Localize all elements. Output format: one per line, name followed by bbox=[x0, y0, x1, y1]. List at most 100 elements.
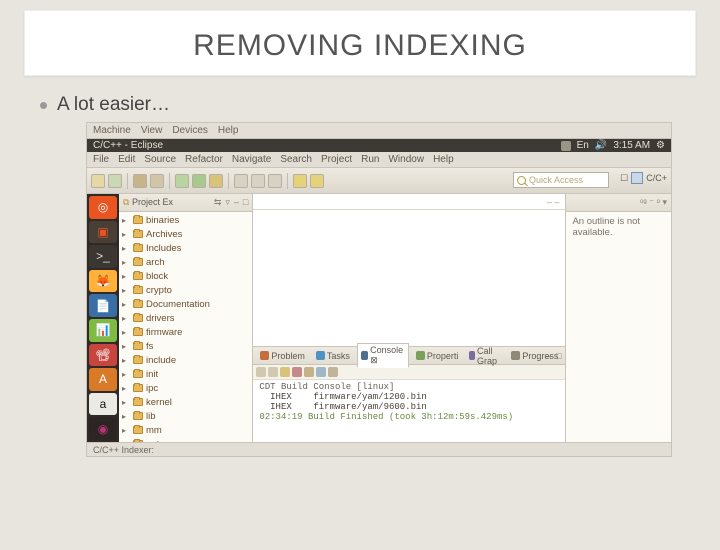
tb-search-icon[interactable] bbox=[251, 174, 265, 188]
tb-run-icon[interactable] bbox=[192, 174, 206, 188]
console-open-icon[interactable] bbox=[316, 367, 326, 377]
launcher-icon-9[interactable]: ◉ bbox=[89, 417, 117, 440]
tree-item[interactable]: ▸kernel bbox=[119, 395, 252, 409]
launcher-icon-6[interactable]: 📽 bbox=[89, 344, 117, 367]
link-editor-icon[interactable]: ⇆ bbox=[214, 197, 222, 208]
vm-menu-machine[interactable]: Machine bbox=[93, 125, 131, 136]
tb-open-type-icon[interactable] bbox=[234, 174, 248, 188]
tree-item[interactable]: ▸block bbox=[119, 269, 252, 283]
lang-indicator[interactable]: En bbox=[577, 140, 589, 151]
twisty-icon[interactable]: ▸ bbox=[122, 356, 130, 365]
launcher-icon-4[interactable]: 📄 bbox=[89, 294, 117, 317]
console-body[interactable]: CDT Build Console [linux] IHEX firmware/… bbox=[253, 380, 565, 442]
view-menu-icon[interactable]: ▿ bbox=[225, 197, 230, 208]
console-scroll-icon[interactable] bbox=[268, 367, 278, 377]
twisty-icon[interactable]: ▸ bbox=[122, 216, 130, 225]
twisty-icon[interactable]: ▸ bbox=[122, 272, 130, 281]
console-switch-icon[interactable] bbox=[328, 367, 338, 377]
twisty-icon[interactable]: ▸ bbox=[122, 314, 130, 323]
tb-task-icon[interactable] bbox=[268, 174, 282, 188]
launcher-icon-7[interactable]: A bbox=[89, 368, 117, 391]
project-tree[interactable]: ▸binaries▸Archives▸Includes▸arch▸block▸c… bbox=[119, 212, 252, 442]
menu-project[interactable]: Project bbox=[321, 154, 352, 165]
tb-save-icon[interactable] bbox=[108, 174, 122, 188]
twisty-icon[interactable]: ▸ bbox=[122, 342, 130, 351]
tb-profile-icon[interactable] bbox=[209, 174, 223, 188]
menu-source[interactable]: Source bbox=[144, 154, 176, 165]
editor-min-icon[interactable]: ‒ ‒ bbox=[547, 197, 560, 207]
tree-item[interactable]: ▸firmware bbox=[119, 325, 252, 339]
tree-item[interactable]: ▸drivers bbox=[119, 311, 252, 325]
tree-item[interactable]: ▸net bbox=[119, 437, 252, 442]
tb-new-icon[interactable] bbox=[91, 174, 105, 188]
menu-run[interactable]: Run bbox=[361, 154, 379, 165]
tree-item[interactable]: ▸binaries bbox=[119, 213, 252, 227]
bottom-tab[interactable]: Problem bbox=[256, 349, 309, 363]
outline-header-controls[interactable]: ᵒᵍ ⁻ ᵒ ▾ bbox=[640, 197, 667, 208]
tree-item[interactable]: ▸lib bbox=[119, 409, 252, 423]
menu-edit[interactable]: Edit bbox=[118, 154, 135, 165]
twisty-icon[interactable]: ▸ bbox=[122, 398, 130, 407]
tree-item[interactable]: ▸Documentation bbox=[119, 297, 252, 311]
perspective-switcher[interactable]: ☐ C/C+ bbox=[620, 172, 667, 184]
menu-help[interactable]: Help bbox=[433, 154, 454, 165]
tree-item[interactable]: ▸init bbox=[119, 367, 252, 381]
twisty-icon[interactable]: ▸ bbox=[122, 370, 130, 379]
menu-file[interactable]: File bbox=[93, 154, 109, 165]
bottom-max-icon[interactable]: □ bbox=[556, 351, 561, 361]
bottom-tab[interactable]: Tasks bbox=[312, 349, 354, 363]
twisty-icon[interactable]: ▸ bbox=[122, 244, 130, 253]
tb-fwd-icon[interactable] bbox=[310, 174, 324, 188]
twisty-icon[interactable]: ▸ bbox=[122, 426, 130, 435]
sound-icon[interactable]: 🔊 bbox=[595, 140, 607, 151]
tree-item[interactable]: ▸arch bbox=[119, 255, 252, 269]
tb-back-icon[interactable] bbox=[293, 174, 307, 188]
bottom-min-icon[interactable]: ‒ bbox=[546, 351, 551, 361]
tree-item[interactable]: ▸fs bbox=[119, 339, 252, 353]
twisty-icon[interactable]: ▸ bbox=[122, 230, 130, 239]
twisty-icon[interactable]: ▸ bbox=[122, 384, 130, 393]
quick-access-field[interactable]: Quick Access bbox=[513, 172, 609, 188]
launcher-icon-8[interactable]: a bbox=[89, 393, 117, 416]
twisty-icon[interactable]: ▸ bbox=[122, 440, 130, 443]
console-remove-icon[interactable] bbox=[304, 367, 314, 377]
tb-hammer-icon[interactable] bbox=[150, 174, 164, 188]
tb-debug-icon[interactable] bbox=[175, 174, 189, 188]
tb-build-icon[interactable] bbox=[133, 174, 147, 188]
gear-icon[interactable]: ⚙ bbox=[656, 140, 665, 151]
launcher-icon-0[interactable]: ◎ bbox=[89, 196, 117, 219]
launcher-icon-5[interactable]: 📊 bbox=[89, 319, 117, 342]
launcher-icon-2[interactable]: >_ bbox=[89, 245, 117, 268]
minimize-icon[interactable]: ‒ bbox=[234, 197, 239, 208]
tree-item[interactable]: ▸mm bbox=[119, 423, 252, 437]
mail-icon[interactable] bbox=[561, 141, 571, 151]
launcher-icon-1[interactable]: ▣ bbox=[89, 221, 117, 244]
console-pin-icon[interactable] bbox=[256, 367, 266, 377]
menu-refactor[interactable]: Refactor bbox=[185, 154, 223, 165]
vm-menu-view[interactable]: View bbox=[141, 125, 163, 136]
twisty-icon[interactable]: ▸ bbox=[122, 300, 130, 309]
cpp-perspective-icon[interactable] bbox=[631, 172, 643, 184]
menu-search[interactable]: Search bbox=[280, 154, 312, 165]
bottom-tab[interactable]: Call Grap bbox=[465, 344, 504, 368]
vm-menu-help[interactable]: Help bbox=[218, 125, 239, 136]
twisty-icon[interactable]: ▸ bbox=[122, 258, 130, 267]
launcher-icon-3[interactable]: 🦊 bbox=[89, 270, 117, 293]
bottom-tab[interactable]: Properti bbox=[412, 349, 463, 363]
menu-navigate[interactable]: Navigate bbox=[232, 154, 271, 165]
tree-item[interactable]: ▸Includes bbox=[119, 241, 252, 255]
tree-item[interactable]: ▸ipc bbox=[119, 381, 252, 395]
twisty-icon[interactable]: ▸ bbox=[122, 286, 130, 295]
vm-menu-devices[interactable]: Devices bbox=[172, 125, 208, 136]
tree-item[interactable]: ▸include bbox=[119, 353, 252, 367]
tree-item[interactable]: ▸crypto bbox=[119, 283, 252, 297]
open-perspective-icon[interactable]: ☐ bbox=[620, 173, 628, 184]
clock[interactable]: 3:15 AM bbox=[613, 140, 650, 151]
tree-item[interactable]: ▸Archives bbox=[119, 227, 252, 241]
twisty-icon[interactable]: ▸ bbox=[122, 412, 130, 421]
twisty-icon[interactable]: ▸ bbox=[122, 328, 130, 337]
console-clear-icon[interactable] bbox=[280, 367, 290, 377]
menu-window[interactable]: Window bbox=[388, 154, 424, 165]
bottom-tab[interactable]: Console ⊠ bbox=[357, 343, 409, 368]
maximize-icon[interactable]: □ bbox=[243, 197, 248, 208]
